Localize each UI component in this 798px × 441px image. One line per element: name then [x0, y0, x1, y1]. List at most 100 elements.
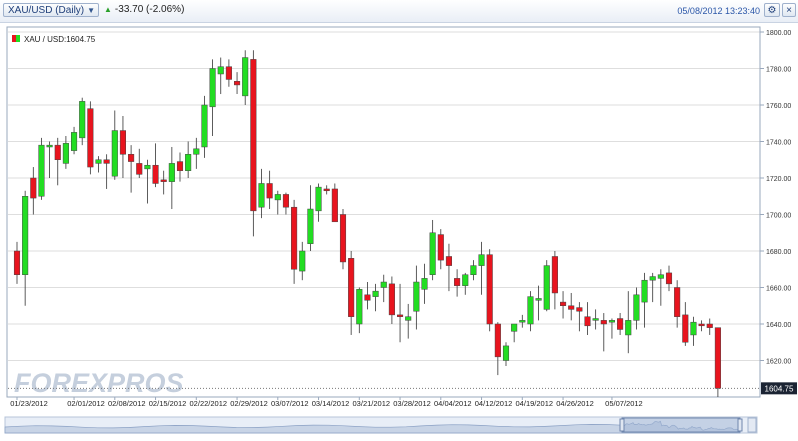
candle-body [454, 278, 461, 286]
candle [633, 287, 640, 330]
candle-body [30, 177, 37, 199]
candle [128, 145, 135, 193]
candle [356, 287, 363, 334]
candle-body [706, 323, 713, 328]
navigator-right-handle[interactable] [737, 418, 743, 432]
candle-body [79, 101, 86, 139]
candle [682, 302, 689, 346]
y-tick-label: 1720.00 [766, 176, 791, 183]
x-tick-label: 05/07/2012 [605, 399, 643, 408]
candle-body [201, 104, 208, 148]
candle-body [584, 316, 591, 327]
candle-body [119, 130, 127, 155]
candle [405, 303, 412, 339]
candle [225, 59, 232, 87]
candle-body [209, 68, 216, 108]
y-tick-label: 1680.00 [766, 249, 791, 256]
candle [315, 183, 322, 222]
candle-body [397, 314, 404, 317]
candle [144, 159, 151, 204]
candle-body [527, 296, 534, 325]
candle-body [617, 318, 624, 330]
candle [274, 190, 281, 215]
candle-body [429, 232, 436, 275]
candle-body [445, 256, 452, 266]
candle [71, 126, 78, 155]
candle-body [176, 161, 184, 171]
candle-body [608, 320, 616, 323]
candle [674, 280, 681, 328]
legend-swatch-down [12, 35, 16, 42]
navigator-window[interactable] [621, 417, 741, 433]
legend-label: XAU / USD:1604.75 [24, 35, 96, 44]
candle [299, 241, 306, 281]
candle [62, 136, 69, 169]
y-tick-label: 1800.00 [766, 30, 791, 37]
watermark-logo: FOREXPROS [14, 368, 184, 398]
candle [168, 146, 175, 210]
candle [600, 313, 607, 352]
x-tick-label: 02/22/2012 [190, 399, 228, 408]
candle-body [160, 179, 167, 182]
candle [543, 260, 550, 312]
candle [339, 209, 347, 270]
candle [437, 229, 444, 270]
candle [429, 219, 436, 281]
candle-body [111, 130, 118, 177]
candle-body [95, 159, 102, 164]
candle-body [331, 188, 338, 223]
candle-body [551, 256, 558, 294]
candle [234, 72, 241, 95]
candle [568, 292, 575, 321]
candle [79, 97, 86, 146]
candle-body [543, 265, 550, 310]
y-tick-label: 1780.00 [766, 67, 791, 74]
x-tick-label: 02/29/2012 [230, 399, 268, 408]
candle [421, 263, 428, 304]
candle [535, 285, 542, 321]
candle [176, 152, 184, 182]
candle [217, 57, 224, 95]
candle-body [299, 250, 306, 272]
candle-body [62, 143, 69, 164]
navigator-left-handle[interactable] [619, 418, 625, 432]
candle [30, 167, 37, 215]
x-tick-label: 03/28/2012 [393, 399, 431, 408]
candle-body [380, 281, 387, 288]
x-tick-label: 04/19/2012 [516, 399, 554, 408]
candles [13, 50, 721, 397]
candle [258, 168, 265, 219]
y-axis: 1620.00 1640.00 1660.00 1680.00 1700.00 1720.… [760, 30, 791, 366]
candle-body [185, 154, 192, 171]
last-price-value: 1604.75 [765, 384, 794, 393]
x-tick-label: 02/01/2012 [67, 399, 105, 408]
candle [714, 327, 721, 397]
candle-body [168, 163, 175, 182]
candle [576, 302, 583, 332]
candle-body [356, 289, 363, 325]
candle [462, 272, 469, 295]
candle-body [592, 318, 599, 321]
candle [185, 141, 192, 178]
candle [706, 318, 713, 335]
candle-body [274, 194, 281, 201]
x-axis: 01/23/2012 02/01/2012 02/08/2012 02/15/2012… [10, 397, 643, 408]
candle-body [46, 144, 53, 148]
candle-body [22, 196, 29, 275]
navigator-scroll-button[interactable] [747, 417, 757, 433]
candle-body [633, 294, 640, 321]
candle [95, 156, 102, 173]
candle-body [690, 321, 697, 336]
candle-body [649, 276, 656, 281]
candle-body [511, 323, 518, 332]
legend-swatch-up [16, 35, 20, 42]
navigator[interactable] [4, 416, 758, 434]
candle [103, 154, 110, 189]
candle-body [405, 316, 412, 321]
candle-body [282, 194, 289, 208]
candle-body [242, 57, 249, 97]
candle-body [576, 307, 583, 312]
candle [397, 283, 404, 343]
candle-body [323, 188, 330, 192]
candle-body [560, 301, 567, 307]
